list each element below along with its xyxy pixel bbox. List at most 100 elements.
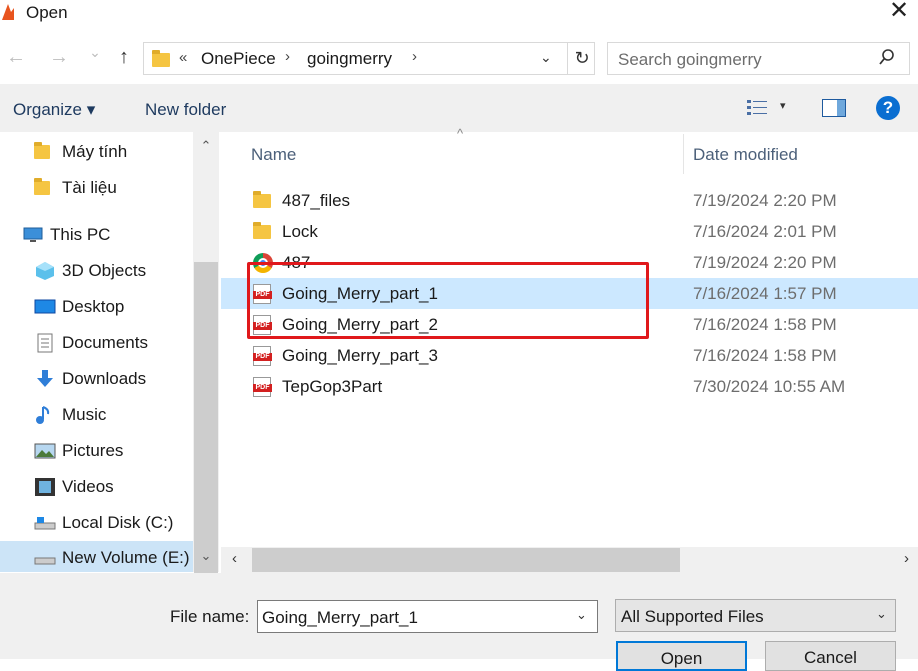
sidebar-item-may-tinh[interactable]: Máy tính	[34, 135, 194, 169]
search-box[interactable]: Search goingmerry	[607, 42, 910, 75]
file-name-input[interactable]: Going_Merry_part_1 ⌄	[257, 600, 598, 633]
breadcrumb-separator-icon[interactable]: ›	[285, 48, 290, 65]
view-dropdown-icon[interactable]: ▾	[780, 99, 786, 112]
file-date: 7/16/2024 1:58 PM	[693, 315, 837, 334]
column-header-date-modified[interactable]: Date modified	[693, 145, 798, 165]
file-date: 7/16/2024 1:58 PM	[693, 346, 837, 365]
pdf-icon: PDF	[253, 346, 273, 366]
file-name: Going_Merry_part_3	[282, 346, 438, 365]
sidebar-item-label: Tài liệu	[62, 178, 117, 197]
file-name: Lock	[282, 222, 318, 241]
document-icon	[34, 333, 56, 353]
up-folder-icon[interactable]: ↑	[111, 46, 137, 69]
file-type-select[interactable]: All Supported Files ⌄	[615, 599, 896, 632]
file-row[interactable]: PDF TepGop3Part 7/30/2024 10:55 AM	[221, 371, 918, 402]
sidebar-item-documents[interactable]: Documents	[34, 326, 194, 360]
recent-locations-icon[interactable]: ⌄	[82, 44, 108, 61]
scrollbar-thumb[interactable]	[252, 548, 680, 572]
help-icon[interactable]: ?	[876, 96, 900, 120]
file-name-value[interactable]: Going_Merry_part_1	[262, 608, 418, 628]
folder-icon	[253, 222, 273, 242]
breadcrumb-onepiece[interactable]: OnePiece	[201, 49, 276, 69]
sidebar-scrollbar[interactable]: ⌃ ⌄	[193, 132, 219, 638]
search-placeholder[interactable]: Search goingmerry	[618, 50, 762, 70]
file-list-horizontal-scrollbar[interactable]: ‹ ›	[221, 547, 918, 573]
file-date: 7/16/2024 2:01 PM	[693, 222, 837, 241]
folder-icon	[34, 142, 56, 162]
breadcrumb-goingmerry[interactable]: goingmerry	[307, 49, 392, 69]
sidebar-item-label: 3D Objects	[62, 261, 147, 280]
column-header-name[interactable]: Name	[251, 145, 296, 165]
view-options-icon[interactable]	[746, 98, 768, 118]
close-icon[interactable]: ✕	[884, 0, 914, 26]
drive-icon	[34, 513, 56, 533]
music-icon	[34, 405, 56, 425]
sidebar-item-local-disk[interactable]: Local Disk (C:)	[34, 506, 194, 540]
scroll-right-icon[interactable]: ›	[904, 550, 909, 567]
sidebar-item-this-pc[interactable]: This PC	[22, 218, 194, 252]
app-icon	[2, 4, 14, 20]
refresh-icon[interactable]: ↻	[567, 43, 596, 74]
sidebar-item-label: Local Disk (C:)	[62, 513, 174, 532]
video-icon	[34, 477, 56, 497]
pdf-icon: PDF	[253, 377, 273, 397]
forward-icon[interactable]: →	[46, 46, 72, 69]
address-dropdown-icon[interactable]: ⌄	[540, 49, 552, 66]
sidebar-item-tai-lieu[interactable]: Tài liệu	[34, 171, 194, 205]
file-name: TepGop3Part	[282, 377, 383, 396]
column-divider[interactable]	[683, 134, 684, 174]
sort-ascending-icon: ^	[457, 126, 464, 141]
pc-icon	[22, 225, 44, 245]
sidebar-item-videos[interactable]: Videos	[34, 470, 194, 504]
chevron-down-icon[interactable]: ⌄	[876, 606, 887, 622]
sidebar-item-label: Pictures	[62, 441, 124, 460]
overflow-icon[interactable]: «	[179, 49, 187, 66]
scroll-up-icon[interactable]: ⌃	[193, 138, 219, 162]
cancel-button[interactable]: Cancel	[765, 641, 896, 671]
picture-icon	[34, 441, 56, 461]
file-row[interactable]: PDF Going_Merry_part_3 7/16/2024 1:58 PM	[221, 340, 918, 371]
command-bar: Organize ▾ New folder ▾ ?	[0, 84, 918, 132]
download-icon	[34, 369, 56, 389]
sidebar-item-pictures[interactable]: Pictures	[34, 434, 194, 468]
scroll-left-icon[interactable]: ‹	[232, 550, 237, 567]
folder-icon	[152, 50, 170, 67]
dialog-footer: File name: Going_Merry_part_1 ⌄ All Supp…	[0, 573, 918, 671]
chevron-down-icon[interactable]: ⌄	[576, 607, 587, 623]
file-date: 7/30/2024 10:55 AM	[693, 377, 846, 396]
back-icon[interactable]: ←	[3, 46, 29, 69]
file-name: 487_files	[282, 191, 351, 210]
preview-pane-icon[interactable]	[822, 99, 846, 117]
search-icon	[878, 48, 896, 71]
file-date: 7/19/2024 2:20 PM	[693, 253, 837, 272]
file-date: 7/16/2024 1:57 PM	[693, 284, 837, 303]
window-title: Open	[26, 3, 68, 22]
open-button[interactable]: Open	[616, 641, 747, 671]
address-bar[interactable]: « OnePiece › goingmerry › ⌄ ↻	[143, 42, 595, 75]
folder-icon	[253, 191, 273, 211]
desktop-icon	[34, 297, 56, 317]
sidebar-item-label: Máy tính	[62, 142, 128, 161]
sidebar-item-label: This PC	[50, 225, 111, 244]
sidebar-item-label: Videos	[62, 477, 114, 496]
sidebar-item-3d-objects[interactable]: 3D Objects	[34, 254, 194, 288]
sidebar-item-label: Documents	[62, 333, 148, 352]
scroll-down-icon[interactable]: ⌄	[193, 548, 219, 572]
sidebar-item-music[interactable]: Music	[34, 398, 194, 432]
cube-icon	[34, 261, 56, 281]
file-type-value: All Supported Files	[621, 607, 764, 626]
file-row[interactable]: 487_files 7/19/2024 2:20 PM	[221, 185, 918, 216]
sidebar-item-label: Music	[62, 405, 107, 424]
organize-button[interactable]: Organize ▾	[13, 100, 95, 120]
sidebar-item-desktop[interactable]: Desktop	[34, 290, 194, 324]
breadcrumb-separator-icon[interactable]: ›	[412, 48, 417, 65]
file-name-label: File name:	[170, 607, 250, 626]
sidebar-item-downloads[interactable]: Downloads	[34, 362, 194, 396]
drive-icon	[34, 548, 56, 568]
sidebar-item-new-volume[interactable]: New Volume (E:)	[0, 541, 194, 572]
folder-icon	[34, 178, 56, 198]
new-folder-button[interactable]: New folder	[145, 100, 226, 120]
title-bar: Open ✕	[0, 0, 918, 28]
file-row[interactable]: Lock 7/16/2024 2:01 PM	[221, 216, 918, 247]
sidebar-item-label: New Volume (E:)	[62, 548, 190, 567]
